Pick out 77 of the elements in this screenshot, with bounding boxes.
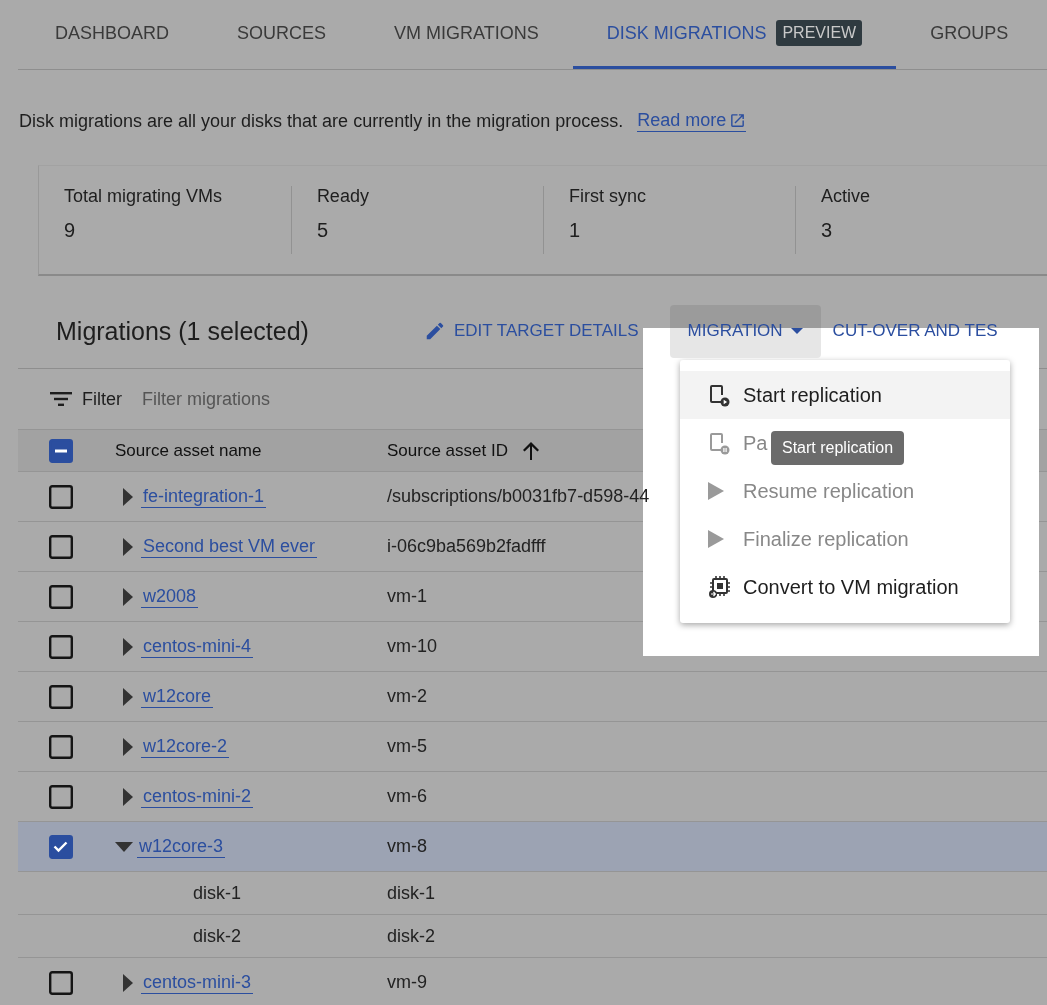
expand-caret-icon[interactable] bbox=[123, 537, 133, 556]
collapse-caret-icon[interactable] bbox=[115, 841, 133, 852]
asset-id-cell: vm-1 bbox=[387, 586, 427, 607]
checkbox[interactable] bbox=[49, 734, 73, 759]
asset-id-cell: disk-1 bbox=[387, 882, 435, 904]
asset-name-link[interactable]: centos-mini-3 bbox=[141, 971, 254, 994]
cut-over-button[interactable]: CUT-OVER AND TES bbox=[820, 304, 1016, 358]
pencil-icon bbox=[424, 320, 446, 342]
description-text: Disk migrations are all your disks that are currently in the migration process. bbox=[19, 110, 624, 132]
checkbox[interactable] bbox=[49, 634, 73, 659]
disk-name-cell-text: disk-1 bbox=[192, 882, 241, 904]
asset-id-cell: vm-9 bbox=[387, 972, 427, 993]
checkbox[interactable] bbox=[49, 584, 73, 609]
expand-caret-icon[interactable] bbox=[123, 637, 133, 656]
stat-label: Total migrating VMs bbox=[64, 186, 224, 207]
asset-id-cell: vm-8 bbox=[387, 836, 427, 857]
asset-id-cell: vm-2 bbox=[387, 686, 427, 707]
filter-icon bbox=[50, 392, 72, 406]
tooltip: Start replication bbox=[771, 431, 905, 465]
asset-name-link[interactable]: fe-integration-1 bbox=[141, 485, 267, 508]
preview-badge: PREVIEW bbox=[776, 20, 863, 46]
asset-name-link[interactable]: Second best VM ever bbox=[141, 535, 318, 558]
stat-label: Active bbox=[820, 186, 871, 207]
tab[interactable]: SOURCES bbox=[203, 0, 361, 69]
checkbox[interactable] bbox=[49, 784, 73, 809]
tab[interactable]: DASHBOARD bbox=[18, 0, 204, 69]
expand-caret-icon[interactable] bbox=[123, 587, 133, 606]
migration-dropdown-button[interactable]: MIGRATION bbox=[669, 304, 821, 358]
column-header[interactable]: Source asset name bbox=[115, 440, 262, 461]
migrations-title: Migrations (1 selected) bbox=[56, 316, 310, 346]
read-more-link[interactable]: Read more bbox=[637, 110, 747, 132]
play-icon bbox=[707, 482, 725, 500]
stat-label: First sync bbox=[568, 186, 647, 207]
menu-item[interactable]: Start replication bbox=[680, 371, 1010, 419]
expand-caret-icon[interactable] bbox=[123, 487, 133, 506]
disk-name-cell-text: disk-2 bbox=[192, 925, 241, 947]
asset-id-cell: i-06c9ba569b2fadfff bbox=[387, 536, 546, 557]
expand-caret-icon[interactable] bbox=[123, 687, 133, 706]
stat-value: 3 bbox=[820, 219, 834, 242]
checkbox[interactable] bbox=[49, 684, 73, 709]
asset-id-cell: vm-5 bbox=[387, 736, 427, 757]
asset-name-link[interactable]: w12core-3 bbox=[137, 835, 226, 858]
device-pause-icon bbox=[707, 431, 731, 455]
edit-target-button[interactable]: EDIT TARGET DETAILS bbox=[424, 304, 657, 358]
stat-value: 1 bbox=[568, 219, 582, 242]
asset-name-link[interactable]: centos-mini-2 bbox=[141, 785, 254, 808]
asset-name-link[interactable]: w12core-2 bbox=[141, 735, 230, 758]
play-icon bbox=[707, 530, 725, 548]
dropdown-caret-icon bbox=[790, 327, 803, 335]
checkbox[interactable] bbox=[49, 970, 73, 995]
expand-caret-icon[interactable] bbox=[123, 787, 133, 806]
expand-caret-icon[interactable] bbox=[123, 737, 133, 756]
filter-label: Filter bbox=[50, 388, 122, 410]
asset-id-cell: vm-10 bbox=[387, 636, 437, 657]
sort-arrow-icon[interactable] bbox=[521, 440, 540, 461]
tab[interactable]: GROUPS bbox=[896, 0, 1043, 69]
stat-value: 9 bbox=[64, 219, 77, 242]
menu-item[interactable]: Convert to VM migration bbox=[680, 563, 1010, 611]
stat-value: 5 bbox=[316, 219, 329, 242]
expand-caret-icon[interactable] bbox=[123, 973, 133, 992]
device-play-icon bbox=[707, 383, 731, 407]
asset-name-link[interactable]: w12core bbox=[141, 685, 214, 708]
checkbox[interactable] bbox=[49, 534, 73, 559]
checkbox[interactable] bbox=[49, 438, 73, 463]
asset-name-link[interactable]: w2008 bbox=[141, 585, 199, 608]
checkbox[interactable] bbox=[49, 834, 73, 859]
tab[interactable]: DISK MIGRATIONS PREVIEW bbox=[572, 0, 897, 69]
checkbox[interactable] bbox=[49, 484, 73, 509]
filter-input[interactable]: Filter migrations bbox=[142, 388, 402, 410]
asset-name-link[interactable]: centos-mini-4 bbox=[141, 635, 254, 658]
column-header[interactable]: Source asset ID bbox=[387, 440, 508, 461]
asset-id-cell: disk-2 bbox=[387, 925, 435, 947]
external-link-icon bbox=[729, 112, 747, 129]
asset-id-cell: vm-6 bbox=[387, 786, 427, 807]
stat-label: Ready bbox=[316, 186, 370, 207]
chip-icon bbox=[707, 575, 731, 599]
tab[interactable]: VM MIGRATIONS bbox=[360, 0, 573, 69]
